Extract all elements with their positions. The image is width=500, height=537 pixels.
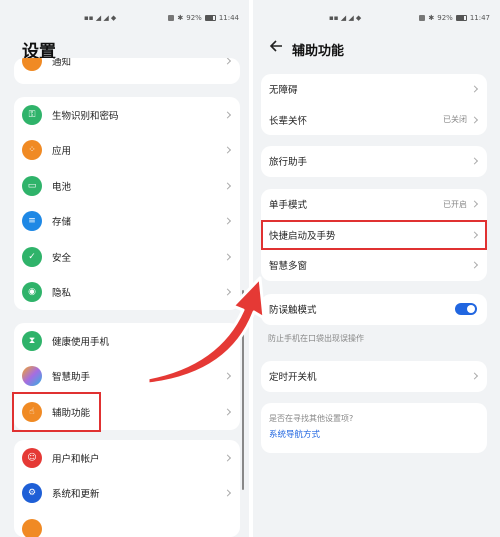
battery-icon bbox=[455, 15, 467, 21]
item-label: 单手模式 bbox=[269, 200, 308, 212]
shield-icon: ✓ bbox=[22, 246, 42, 267]
hourglass-icon: ⧗ bbox=[22, 330, 42, 351]
chevron-right-icon bbox=[223, 454, 232, 462]
chevron-right-icon bbox=[223, 489, 232, 497]
settings-item-notifications[interactable]: 通知 bbox=[14, 58, 240, 74]
chevron-right-icon bbox=[470, 200, 479, 208]
item-barrier-free[interactable]: 无障碍 bbox=[261, 74, 487, 105]
partial-icon bbox=[22, 518, 42, 537]
bell-icon bbox=[22, 58, 42, 71]
item-label: 防误触模式 bbox=[269, 305, 317, 317]
item-label: 旅行助手 bbox=[269, 157, 308, 169]
item-label: 智慧多窗 bbox=[269, 261, 308, 273]
chevron-right-icon bbox=[223, 253, 232, 261]
chevron-right-icon bbox=[470, 261, 479, 269]
item-label: 健康使用手机 bbox=[52, 336, 110, 348]
chevron-right-icon bbox=[223, 182, 232, 190]
chevron-right-icon bbox=[223, 146, 232, 154]
status-bar: ✱ 92% 11:47 bbox=[419, 14, 490, 22]
item-elder-care[interactable]: 长辈关怀 已关闭 bbox=[261, 105, 487, 136]
item-smart-multiwindow[interactable]: 智慧多窗 bbox=[261, 250, 487, 281]
status-battery: 92% bbox=[186, 14, 202, 22]
status-bar-left: ▪▪ ◢ ◢ ◆ bbox=[329, 14, 362, 22]
item-travel-assistant[interactable]: 旅行助手 bbox=[261, 146, 487, 177]
item-label: 存储 bbox=[52, 217, 72, 229]
accessibility-highlight-box bbox=[12, 392, 101, 432]
item-label: 定时开关机 bbox=[269, 372, 317, 384]
settings-item-users[interactable]: ☺ 用户和帐户 bbox=[14, 440, 240, 476]
gear-icon: ⚙ bbox=[22, 483, 42, 504]
item-label: 系统和更新 bbox=[52, 489, 100, 501]
bluetooth-icon: ✱ bbox=[428, 14, 435, 22]
nfc-icon bbox=[168, 15, 175, 21]
accessibility-group-1: 无障碍 长辈关怀 已关闭 bbox=[261, 74, 487, 135]
battery-icon bbox=[204, 15, 216, 21]
page-title: 辅助功能 bbox=[292, 44, 345, 59]
bluetooth-icon: ✱ bbox=[177, 14, 184, 22]
item-label: 应用 bbox=[52, 146, 72, 158]
chevron-right-icon bbox=[223, 111, 232, 119]
item-value: 已关闭 bbox=[443, 115, 467, 125]
item-scheduled-power[interactable]: 定时开关机 bbox=[261, 361, 487, 392]
settings-item-partial[interactable] bbox=[14, 511, 240, 537]
assistant-icon bbox=[22, 366, 42, 387]
help-card: 是否在寻找其他设置项? 系统导航方式 bbox=[261, 403, 487, 453]
settings-item-battery[interactable]: ▭ 电池 bbox=[14, 168, 240, 204]
back-arrow-icon[interactable] bbox=[268, 38, 284, 54]
accessibility-group-4: 防误触模式 bbox=[261, 294, 487, 325]
item-label: 用户和帐户 bbox=[52, 453, 100, 465]
item-label: 无障碍 bbox=[269, 85, 298, 97]
settings-screen: ▪▪ ◢ ◢ ◆ ✱ 92% 11:44 设置 通知 ⚿ 生物识别和密码 ⁘ 应… bbox=[0, 0, 249, 537]
item-label: 隐私 bbox=[52, 288, 72, 300]
chevron-right-icon bbox=[223, 408, 232, 416]
settings-item-system[interactable]: ⚙ 系统和更新 bbox=[14, 476, 240, 512]
key-icon: ⚿ bbox=[22, 104, 42, 125]
pocket-mode-toggle[interactable] bbox=[455, 303, 477, 316]
status-bar-left: ▪▪ ◢ ◢ ◆ bbox=[84, 14, 117, 22]
settings-item-biometrics[interactable]: ⚿ 生物识别和密码 bbox=[14, 97, 240, 133]
help-link[interactable]: 系统导航方式 bbox=[269, 428, 320, 440]
item-label: 电池 bbox=[52, 181, 72, 193]
status-bar: ✱ 92% 11:44 bbox=[168, 14, 239, 22]
item-label: 长辈关怀 bbox=[269, 115, 308, 127]
item-label: 智慧助手 bbox=[52, 372, 91, 384]
battery-icon: ▭ bbox=[22, 175, 42, 196]
partial-group: 通知 bbox=[14, 58, 240, 84]
accessibility-group-2: 旅行助手 bbox=[261, 146, 487, 177]
shortcut-highlight-box bbox=[261, 220, 487, 250]
status-time: 11:47 bbox=[469, 14, 490, 22]
item-value: 已开启 bbox=[443, 199, 467, 209]
status-battery: 92% bbox=[437, 14, 453, 22]
chevron-right-icon bbox=[470, 372, 479, 380]
chevron-right-icon bbox=[223, 58, 232, 65]
settings-group-3: ☺ 用户和帐户 ⚙ 系统和更新 bbox=[14, 440, 240, 537]
red-arrow-icon bbox=[146, 276, 266, 386]
item-pocket-mode[interactable]: 防误触模式 bbox=[261, 294, 487, 325]
chevron-right-icon bbox=[470, 116, 479, 124]
help-question: 是否在寻找其他设置项? bbox=[269, 414, 354, 423]
nfc-icon bbox=[419, 15, 426, 21]
storage-icon: ≡ bbox=[22, 211, 42, 232]
item-label: 生物识别和密码 bbox=[52, 110, 119, 122]
privacy-icon: ◉ bbox=[22, 282, 42, 303]
item-one-hand-mode[interactable]: 单手模式 已开启 bbox=[261, 189, 487, 220]
chevron-right-icon bbox=[470, 157, 479, 165]
item-label: 通知 bbox=[52, 58, 72, 68]
accessibility-group-5: 定时开关机 bbox=[261, 361, 487, 392]
chevron-right-icon bbox=[223, 217, 232, 225]
item-label: 安全 bbox=[52, 252, 72, 264]
settings-item-storage[interactable]: ≡ 存储 bbox=[14, 204, 240, 240]
status-time: 11:44 bbox=[218, 14, 239, 22]
chevron-right-icon bbox=[470, 85, 479, 93]
settings-item-apps[interactable]: ⁘ 应用 bbox=[14, 133, 240, 169]
apps-icon: ⁘ bbox=[22, 140, 42, 161]
user-icon: ☺ bbox=[22, 447, 42, 468]
toggle-description: 防止手机在口袋出现误操作 bbox=[268, 334, 364, 343]
